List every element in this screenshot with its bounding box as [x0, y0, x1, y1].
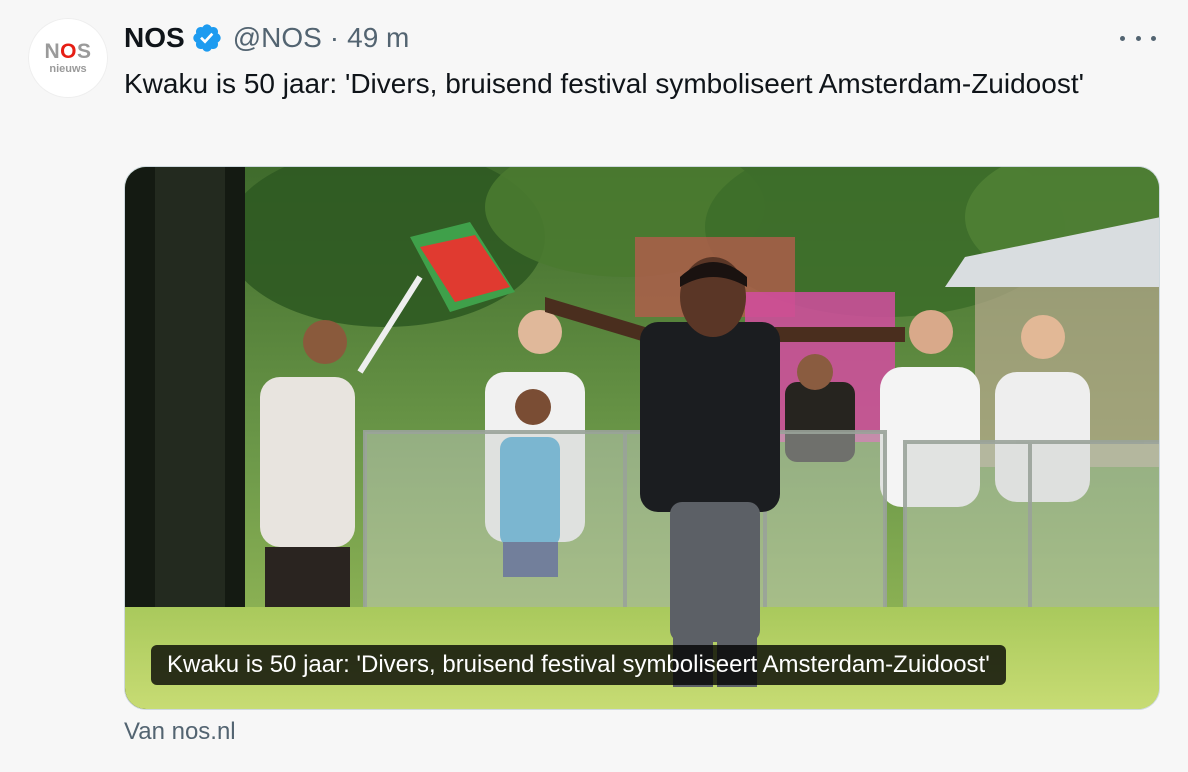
display-name[interactable]: NOS: [124, 22, 185, 54]
card-caption: Kwaku is 50 jaar: 'Divers, bruisend fest…: [151, 645, 1006, 685]
nos-logo: NOS: [44, 40, 92, 63]
more-options-icon[interactable]: [1120, 26, 1156, 50]
nos-logo-subtext: nieuws: [49, 63, 87, 75]
timestamp[interactable]: 49 m: [347, 22, 409, 54]
separator-dot: ·: [329, 22, 340, 53]
tweet-text: Kwaku is 50 jaar: 'Divers, bruisend fest…: [124, 68, 1084, 99]
festival-photo: [125, 167, 1159, 709]
verified-badge-icon[interactable]: [191, 22, 223, 54]
link-card[interactable]: Kwaku is 50 jaar: 'Divers, bruisend fest…: [124, 166, 1160, 710]
tweet-header: NOS @NOS · 49 m: [124, 20, 409, 56]
user-handle[interactable]: @NOS: [233, 22, 322, 54]
avatar[interactable]: NOS nieuws: [28, 18, 108, 98]
tweet[interactable]: NOS nieuws NOS @NOS · 49 m Kwaku is 50 j…: [0, 0, 1188, 772]
card-source-link[interactable]: Van nos.nl: [124, 718, 236, 746]
